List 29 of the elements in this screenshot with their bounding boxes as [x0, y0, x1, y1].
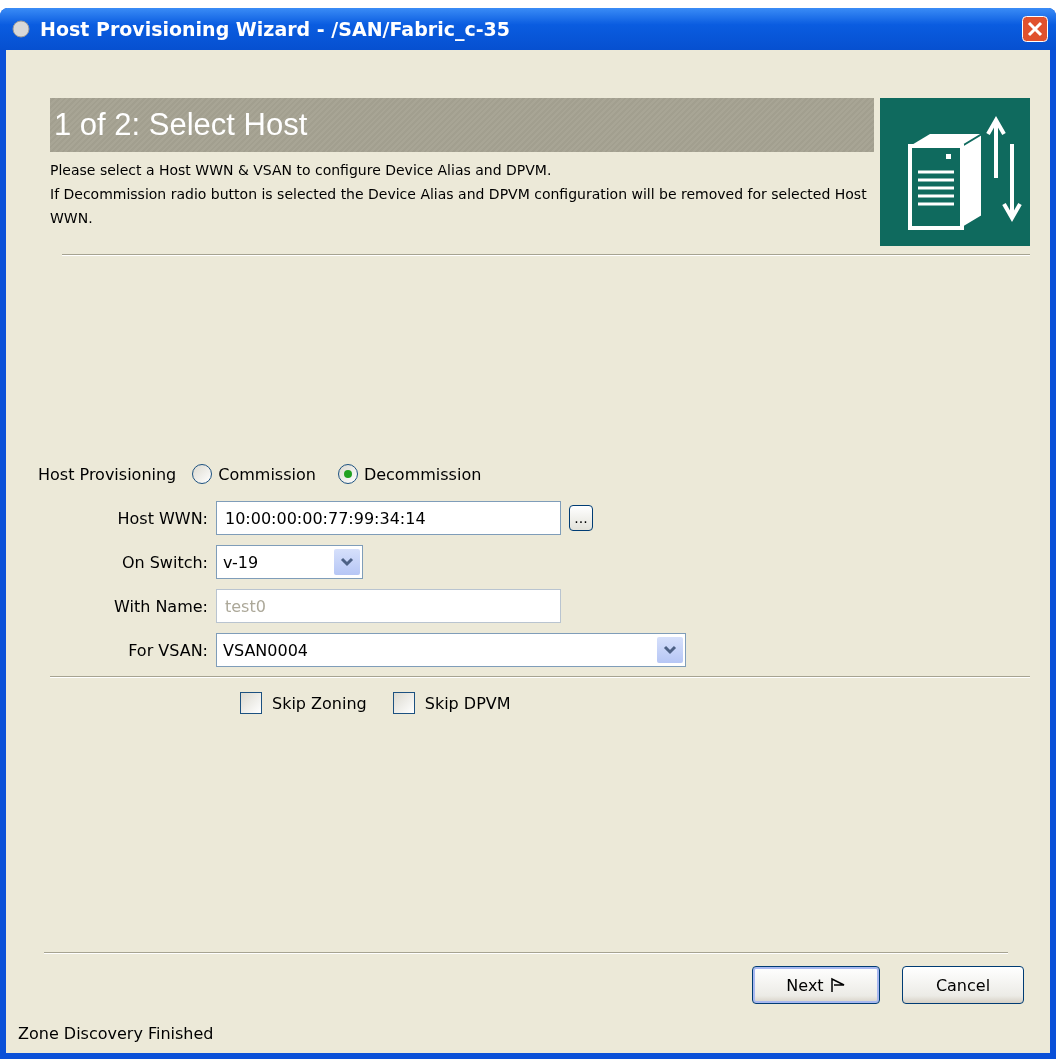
cancel-button[interactable]: Cancel	[902, 966, 1024, 1004]
field-label: Host WWN:	[116, 508, 208, 528]
step-title: 1 of 2: Select Host	[50, 98, 874, 152]
radio-label: Commission	[218, 464, 316, 484]
field-label: For VSAN:	[127, 640, 208, 660]
description-text: Please select a Host WWN & VSAN to configure Device Alias and DPVM.	[50, 161, 553, 180]
window-title: Host Provisioning Wizard - /SAN/Fabric_c-35	[40, 18, 511, 40]
chevron-down-icon	[663, 645, 677, 655]
checkbox[interactable]	[240, 692, 262, 714]
field-label: Host Provisioning	[38, 464, 177, 484]
radio-button[interactable]	[337, 464, 358, 484]
radio-label: Decommission	[363, 464, 482, 484]
flag-icon	[829, 977, 846, 993]
checkbox-label: Skip Zoning	[272, 693, 367, 713]
field-label: With Name:	[113, 596, 208, 616]
app-icon	[12, 20, 30, 38]
description-text: If Decommission radio button is selected the Device Alias and DPVM configuration will be removed for selected Host WWN.	[50, 185, 868, 228]
checkbox[interactable]	[392, 692, 415, 714]
dropdown[interactable]: v-19	[216, 545, 363, 579]
text-field[interactable]: 10:00:00:00:77:99:34:14	[216, 501, 561, 535]
dropdown[interactable]: VSAN0004	[216, 633, 686, 667]
next-button[interactable]: Next	[752, 966, 880, 1004]
checkbox-label: Skip DPVM	[424, 693, 511, 713]
status-text: Zone Discovery Finished	[18, 1024, 215, 1043]
chevron-down-icon	[340, 557, 354, 567]
field-label: On Switch:	[120, 552, 208, 572]
radio-button[interactable]	[192, 464, 213, 484]
browse-button[interactable]: ...	[569, 505, 593, 531]
close-icon[interactable]	[1022, 16, 1048, 42]
